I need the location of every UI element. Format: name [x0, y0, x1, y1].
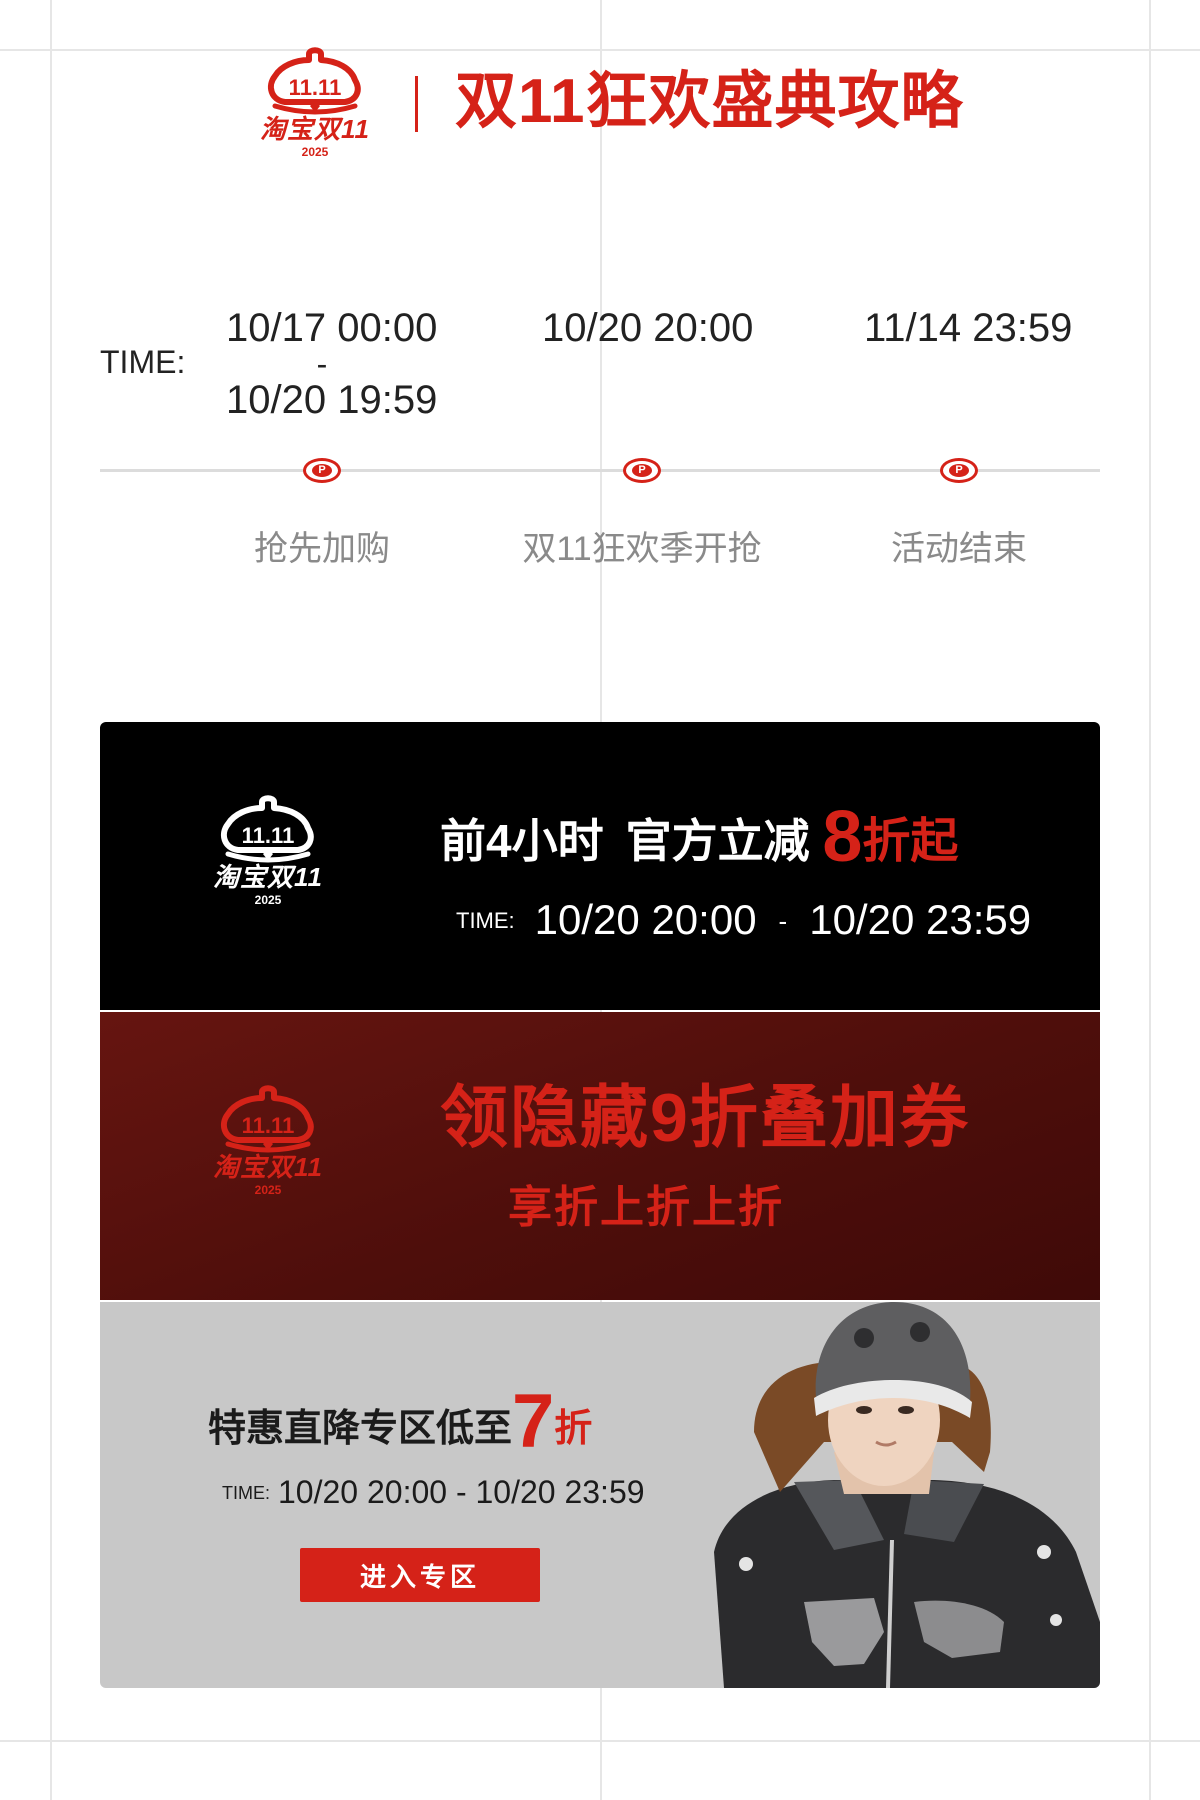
guide-line [1149, 0, 1151, 1800]
coupon-subheadline: 享折上折上折 [508, 1183, 784, 1232]
first-hours-time: TIME: 10/20 20:00-10/20 23:59 [456, 894, 1031, 947]
time-separator: - [778, 906, 788, 936]
discount-number: 7 [512, 1379, 555, 1464]
stage-1-label: 抢先加购 [254, 530, 390, 568]
special-zone-time: TIME: 10/20 20:00 - 10/20 23:59 [222, 1470, 645, 1515]
first-hours-headline: 前4小时 官方立减 8折起 [440, 801, 959, 877]
enter-zone-button[interactable]: 进入专区 [300, 1548, 540, 1602]
special-zone-headline: 特惠直降专区低至7折 [208, 1382, 592, 1469]
bun-icon: 11.11 [220, 795, 314, 863]
header-divider [415, 76, 418, 132]
taobao-1111-logo: 11.11 淘宝双11 2025 [208, 792, 328, 917]
stage-1-time-end: 10/20 19:59 [226, 378, 438, 422]
taobao-1111-logo: 11.11 淘宝双11 2025 [255, 44, 375, 169]
timeline-time-label: TIME: [100, 344, 186, 380]
bun-icon: 11.11 [267, 47, 361, 115]
logo-badge: 11.11 [289, 75, 342, 100]
guide-line [50, 0, 52, 1800]
headline-part2: 官方立减 [625, 815, 810, 867]
time-label: TIME: [222, 1483, 270, 1503]
logo-text: 淘宝双11 [213, 1152, 323, 1182]
p-icon: P [623, 458, 661, 483]
coupon-headline: 领隐藏9折叠加券 [440, 1080, 970, 1156]
first-hours-banner[interactable]: 11.11 淘宝双11 2025 前4小时 官方立减 8折起 TIME: 10/20… [100, 722, 1100, 1010]
time-end: 10/20 23:59 [809, 896, 1032, 943]
logo-year: 2025 [254, 1183, 282, 1197]
headline-text: 特惠直降专区低至 [208, 1408, 513, 1450]
special-zone-banner[interactable]: 特惠直降专区低至7折 TIME: 10/20 20:00 - 10/20 23:5… [100, 1302, 1100, 1688]
stage-1-time: 10/17 00:00 - 10/20 19:59 [226, 296, 437, 432]
p-icon: P [303, 458, 341, 483]
page-title: 双11狂欢盛典攻略 [455, 67, 964, 136]
stage-1-time-separator: - [316, 346, 328, 382]
discount-suffix: 折 [554, 1408, 593, 1450]
time-range: 10/20 20:00 - 10/20 23:59 [278, 1474, 645, 1510]
logo-year: 2025 [254, 893, 282, 907]
coupon-banner[interactable]: 11.11 淘宝双11 2025 领隐藏9折叠加券 享折上折上折 [100, 1012, 1100, 1300]
page-header: 11.11 淘宝双11 2025 双11狂欢盛典攻略 [255, 44, 975, 169]
stage-3-label: 活动结束 [891, 530, 1027, 568]
logo-text: 淘宝双11 [260, 114, 370, 144]
discount-suffix: 折起 [862, 815, 959, 868]
discount-number: 8 [822, 797, 863, 877]
taobao-1111-logo: 11.11 淘宝双11 2025 [208, 1082, 328, 1207]
stage-1-time-start: 10/17 00:00 [226, 306, 438, 350]
bun-icon: 11.11 [220, 1085, 314, 1153]
logo-badge: 11.11 [242, 1113, 295, 1138]
guide-line [0, 1740, 1200, 1742]
logo-badge: 11.11 [242, 823, 295, 848]
time-label: TIME: [456, 908, 515, 933]
stage-2-label: 双11狂欢季开抢 [522, 530, 762, 568]
logo-year: 2025 [301, 145, 329, 159]
stage-2-time: 10/20 20:00 [542, 306, 754, 350]
p-icon: P [940, 458, 978, 483]
stage-3-time: 11/14 23:59 [864, 306, 1073, 350]
logo-text: 淘宝双11 [213, 862, 323, 892]
model-photo [684, 1302, 1100, 1688]
time-start: 10/20 20:00 [534, 896, 757, 943]
headline-part1: 前4小时 [440, 815, 604, 867]
